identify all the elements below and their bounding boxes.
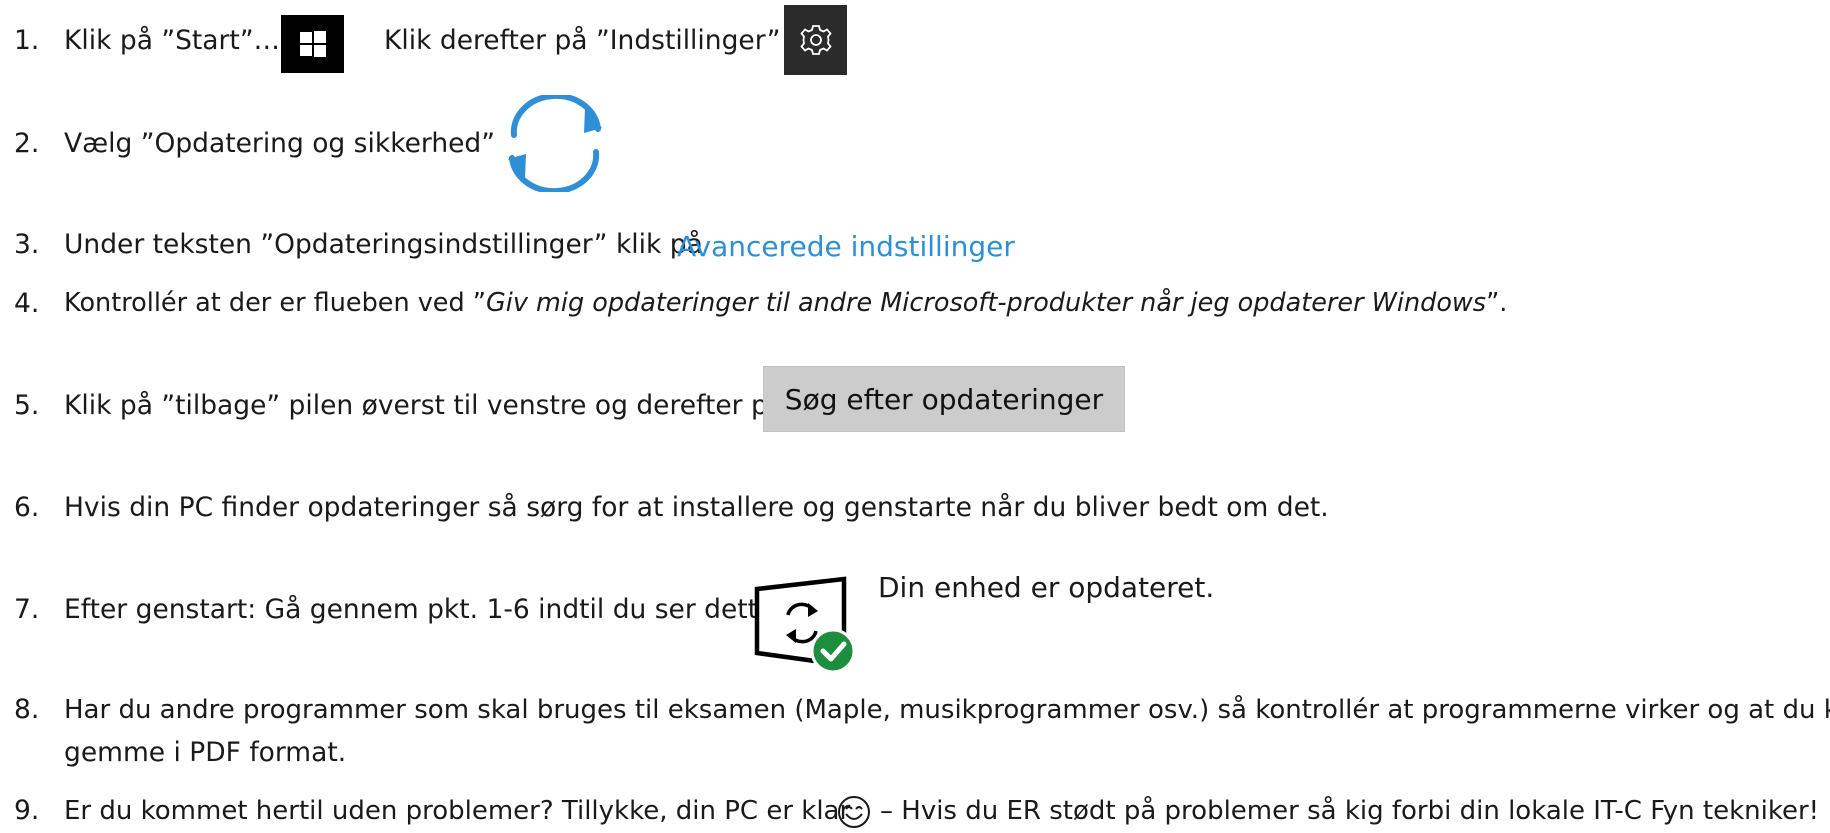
step-number: 6.	[14, 492, 40, 523]
step-text-secondary: Klik derefter på ”Indstillinger”	[384, 25, 781, 56]
step-text: Er du kommet hertil uden problemer? Till…	[64, 796, 851, 826]
checkbox-option-text: Giv mig opdateringer til andre Microsoft…	[486, 288, 1487, 318]
step-number: 2.	[14, 128, 40, 159]
windows-start-icon	[281, 15, 344, 73]
settings-gear-icon	[784, 5, 847, 75]
update-sync-icon	[505, 92, 605, 195]
step-text: Klik på ”Start”…	[64, 25, 281, 56]
step-text: Vælg ”Opdatering og sikkerhed”	[64, 128, 495, 159]
step-1: 1. Klik på ”Start”… Klik derefter på ”In…	[0, 25, 1830, 68]
step-number: 3.	[14, 229, 40, 260]
check-for-updates-button[interactable]: Søg efter opdateringer	[763, 366, 1125, 432]
step-text: gemme i PDF format.	[64, 737, 347, 768]
step-number: 9.	[14, 795, 40, 826]
step-text: Hvis din PC finder opdateringer så sørg …	[64, 492, 1329, 523]
step-text: Efter genstart: Gå gennem pkt. 1-6 indti…	[64, 594, 784, 625]
update-status-text: Din enhed er opdateret.	[878, 571, 1215, 604]
step-text: Har du andre programmer som skal bruges …	[64, 695, 1830, 725]
step-text-secondary: – Hvis du ER stødt på problemer så kig f…	[880, 796, 1820, 826]
step-text: Klik på ”tilbage” pilen øverst til venst…	[64, 390, 785, 421]
advanced-settings-link[interactable]: Avancerede indstillinger	[677, 233, 1015, 261]
step-number: 8.	[14, 694, 40, 725]
step-text-before: Kontrollér at der er flueben ved ”	[64, 288, 486, 318]
step-number: 5.	[14, 390, 40, 421]
step-text: Under teksten ”Opdateringsindstillinger”…	[64, 229, 703, 260]
device-updated-icon	[752, 575, 858, 675]
step-text: Kontrollér at der er flueben ved ”Giv mi…	[64, 288, 1508, 318]
step-number: 4.	[14, 288, 40, 319]
step-number: 1.	[14, 25, 40, 56]
step-text-after: ”.	[1486, 288, 1508, 318]
step-number: 7.	[14, 594, 40, 625]
